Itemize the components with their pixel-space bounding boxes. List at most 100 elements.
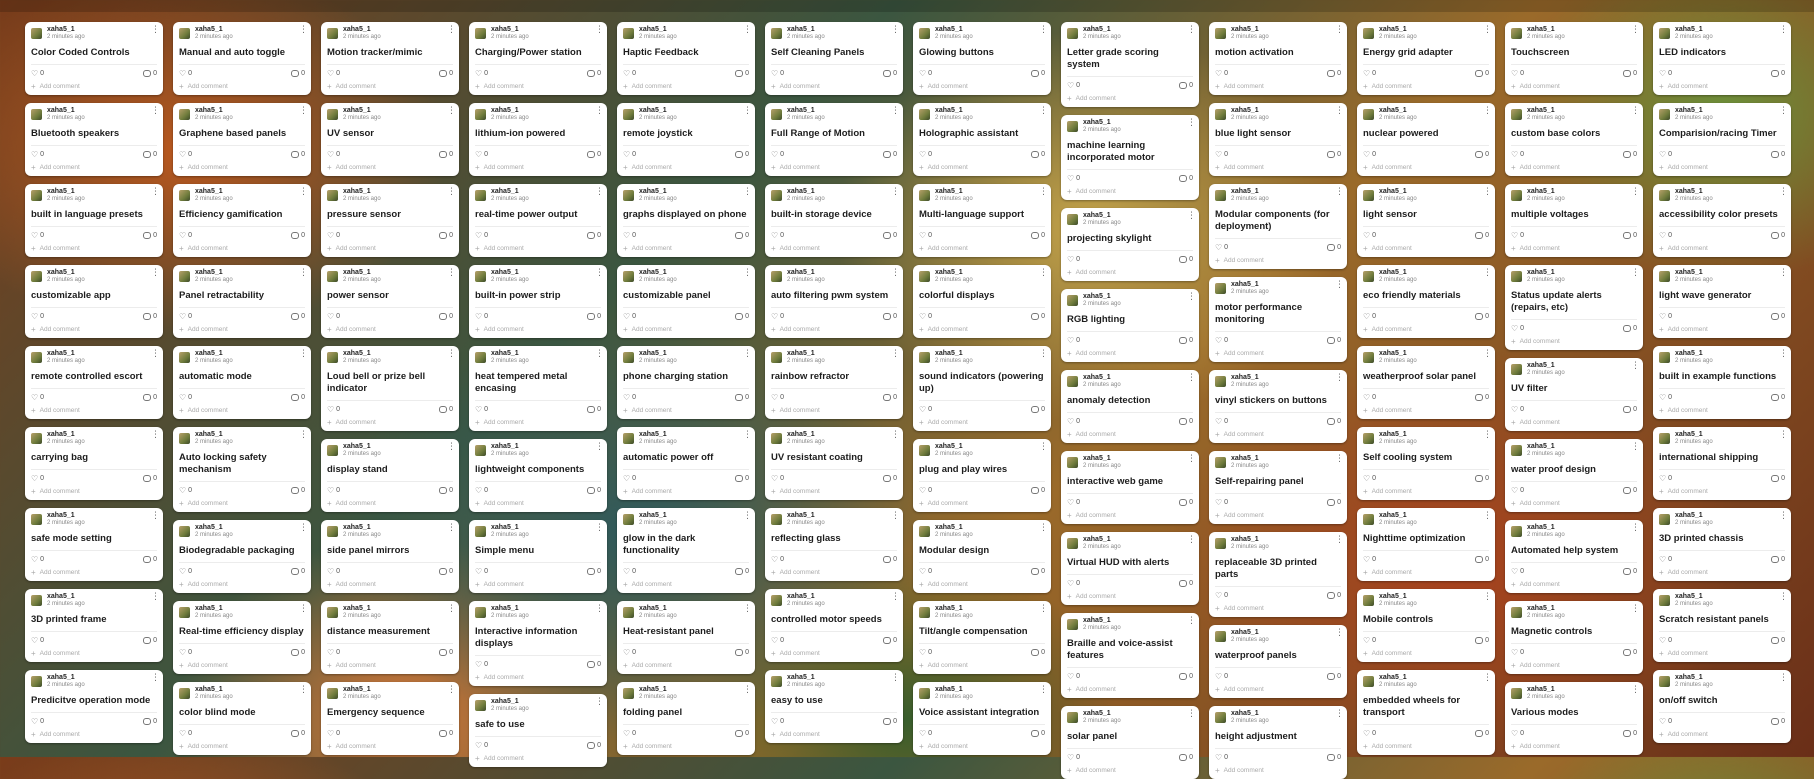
- comment-count-button[interactable]: 0: [587, 312, 601, 320]
- post-card[interactable]: xaha5_1 2 minutes ago ⋮ Multi-language supp…: [913, 184, 1051, 257]
- like-button[interactable]: ♡ 0: [1067, 336, 1080, 345]
- post-card[interactable]: xaha5_1 2 minutes ago ⋮ waterproof panels ♡ 0…: [1209, 625, 1347, 698]
- post-card[interactable]: xaha5_1 2 minutes ago ⋮ UV resistant coatin…: [765, 427, 903, 500]
- more-options-icon[interactable]: ⋮: [151, 187, 160, 196]
- like-button[interactable]: ♡ 0: [771, 636, 784, 645]
- add-comment-button[interactable]: + Add comment: [623, 81, 749, 91]
- more-options-icon[interactable]: ⋮: [1779, 268, 1788, 277]
- add-comment-button[interactable]: + Add comment: [327, 579, 453, 589]
- comment-count-button[interactable]: 0: [1771, 474, 1785, 482]
- post-card[interactable]: xaha5_1 2 minutes ago ⋮ Various modes ♡ 0 0 + Ad…: [1505, 682, 1643, 755]
- like-button[interactable]: ♡ 0: [1067, 672, 1080, 681]
- add-comment-button[interactable]: + Add comment: [1511, 336, 1637, 346]
- like-button[interactable]: ♡ 0: [623, 729, 636, 738]
- more-options-icon[interactable]: ⋮: [1779, 511, 1788, 520]
- add-comment-button[interactable]: + Add comment: [919, 417, 1045, 427]
- post-card[interactable]: xaha5_1 2 minutes ago ⋮ heat tempered metal…: [469, 346, 607, 431]
- like-button[interactable]: ♡ 0: [771, 555, 784, 564]
- more-options-icon[interactable]: ⋮: [447, 523, 456, 532]
- comment-count-button[interactable]: 0: [587, 69, 601, 77]
- post-card[interactable]: xaha5_1 2 minutes ago ⋮ power sensor ♡ 0 0 + Add…: [321, 265, 459, 338]
- comment-count-button[interactable]: 0: [291, 150, 305, 158]
- add-comment-button[interactable]: + Add comment: [475, 417, 601, 427]
- post-card[interactable]: xaha5_1 2 minutes ago ⋮ Holographic assista…: [913, 103, 1051, 176]
- post-card[interactable]: xaha5_1 2 minutes ago ⋮ motion activation ♡ 0…: [1209, 22, 1347, 95]
- like-button[interactable]: ♡ 0: [179, 150, 192, 159]
- like-button[interactable]: ♡ 0: [475, 150, 488, 159]
- like-button[interactable]: ♡ 0: [919, 405, 932, 414]
- comment-count-button[interactable]: 0: [291, 231, 305, 239]
- comment-count-button[interactable]: 0: [439, 405, 453, 413]
- more-options-icon[interactable]: ⋮: [1483, 430, 1492, 439]
- add-comment-button[interactable]: + Add comment: [31, 243, 157, 253]
- like-button[interactable]: ♡ 0: [623, 648, 636, 657]
- like-button[interactable]: ♡ 0: [1363, 393, 1376, 402]
- post-card[interactable]: xaha5_1 2 minutes ago ⋮ Letter grade scorin…: [1061, 22, 1199, 107]
- post-card[interactable]: xaha5_1 2 minutes ago ⋮ 3D printed frame ♡ 0 0…: [25, 589, 163, 662]
- comment-count-button[interactable]: 0: [883, 150, 897, 158]
- like-button[interactable]: ♡ 0: [475, 567, 488, 576]
- comment-count-button[interactable]: 0: [1327, 150, 1341, 158]
- comment-count-button[interactable]: 0: [1623, 567, 1637, 575]
- post-card[interactable]: xaha5_1 2 minutes ago ⋮ on/off switch ♡ 0 0 + Ad…: [1653, 670, 1791, 743]
- like-button[interactable]: ♡ 0: [1067, 81, 1080, 90]
- like-button[interactable]: ♡ 0: [919, 567, 932, 576]
- post-card[interactable]: xaha5_1 2 minutes ago ⋮ Bluetooth speakers ♡…: [25, 103, 163, 176]
- add-comment-button[interactable]: + Add comment: [1363, 81, 1489, 91]
- more-options-icon[interactable]: ⋮: [1187, 535, 1196, 544]
- post-card[interactable]: xaha5_1 2 minutes ago ⋮ plug and play wires…: [913, 439, 1051, 512]
- add-comment-button[interactable]: + Add comment: [475, 753, 601, 763]
- post-card[interactable]: xaha5_1 2 minutes ago ⋮ automatic mode ♡ 0 0 + A…: [173, 346, 311, 419]
- more-options-icon[interactable]: ⋮: [447, 349, 456, 358]
- like-button[interactable]: ♡ 0: [1511, 69, 1524, 78]
- like-button[interactable]: ♡ 0: [31, 69, 44, 78]
- add-comment-button[interactable]: + Add comment: [179, 498, 305, 508]
- like-button[interactable]: ♡ 0: [623, 474, 636, 483]
- add-comment-button[interactable]: + Add comment: [31, 162, 157, 172]
- more-options-icon[interactable]: ⋮: [447, 187, 456, 196]
- like-button[interactable]: ♡ 0: [919, 648, 932, 657]
- like-button[interactable]: ♡ 0: [1511, 405, 1524, 414]
- post-card[interactable]: xaha5_1 2 minutes ago ⋮ nuclear powered ♡ 0 0 +…: [1357, 103, 1495, 176]
- comment-count-button[interactable]: 0: [143, 312, 157, 320]
- add-comment-button[interactable]: + Add comment: [475, 243, 601, 253]
- comment-count-button[interactable]: 0: [439, 231, 453, 239]
- post-card[interactable]: xaha5_1 2 minutes ago ⋮ solar panel ♡ 0 0 + Add …: [1061, 706, 1199, 779]
- more-options-icon[interactable]: ⋮: [1187, 373, 1196, 382]
- add-comment-button[interactable]: + Add comment: [475, 162, 601, 172]
- like-button[interactable]: ♡ 0: [179, 231, 192, 240]
- more-options-icon[interactable]: ⋮: [447, 685, 456, 694]
- comment-count-button[interactable]: 0: [1771, 717, 1785, 725]
- post-card[interactable]: xaha5_1 2 minutes ago ⋮ Interactive informa…: [469, 601, 607, 686]
- add-comment-button[interactable]: + Add comment: [31, 324, 157, 334]
- more-options-icon[interactable]: ⋮: [1483, 511, 1492, 520]
- add-comment-button[interactable]: + Add comment: [1659, 405, 1785, 415]
- like-button[interactable]: ♡ 0: [1067, 255, 1080, 264]
- comment-count-button[interactable]: 0: [143, 717, 157, 725]
- more-options-icon[interactable]: ⋮: [1779, 187, 1788, 196]
- add-comment-button[interactable]: + Add comment: [475, 81, 601, 91]
- like-button[interactable]: ♡ 0: [1363, 555, 1376, 564]
- comment-count-button[interactable]: 0: [1179, 81, 1193, 89]
- comment-count-button[interactable]: 0: [1771, 312, 1785, 320]
- post-card[interactable]: xaha5_1 2 minutes ago ⋮ accessibility color…: [1653, 184, 1791, 257]
- like-button[interactable]: ♡ 0: [1067, 498, 1080, 507]
- add-comment-button[interactable]: + Add comment: [919, 243, 1045, 253]
- add-comment-button[interactable]: + Add comment: [1363, 324, 1489, 334]
- post-card[interactable]: xaha5_1 2 minutes ago ⋮ colorful displays ♡ 0…: [913, 265, 1051, 338]
- like-button[interactable]: ♡ 0: [1215, 498, 1228, 507]
- comment-count-button[interactable]: 0: [587, 231, 601, 239]
- like-button[interactable]: ♡ 0: [1511, 486, 1524, 495]
- post-card[interactable]: xaha5_1 2 minutes ago ⋮ Glowing buttons ♡ 0 0 +…: [913, 22, 1051, 95]
- more-options-icon[interactable]: ⋮: [299, 268, 308, 277]
- post-card[interactable]: xaha5_1 2 minutes ago ⋮ 3D printed chassis ♡…: [1653, 508, 1791, 581]
- more-options-icon[interactable]: ⋮: [1483, 349, 1492, 358]
- add-comment-button[interactable]: + Add comment: [179, 741, 305, 751]
- add-comment-button[interactable]: + Add comment: [623, 579, 749, 589]
- post-card[interactable]: xaha5_1 2 minutes ago ⋮ Modular design ♡ 0 0 + A…: [913, 520, 1051, 593]
- more-options-icon[interactable]: ⋮: [595, 187, 604, 196]
- comment-count-button[interactable]: 0: [1031, 648, 1045, 656]
- like-button[interactable]: ♡ 0: [327, 729, 340, 738]
- like-button[interactable]: ♡ 0: [1511, 648, 1524, 657]
- add-comment-button[interactable]: + Add comment: [1215, 684, 1341, 694]
